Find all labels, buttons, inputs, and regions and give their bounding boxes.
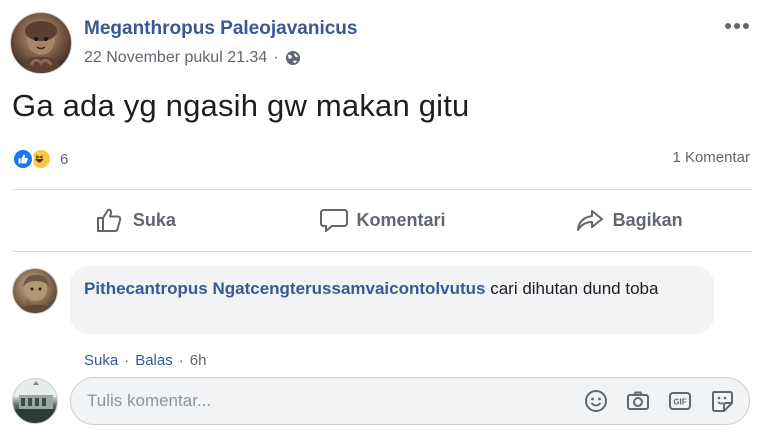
composer-tools: GIF: [583, 388, 735, 414]
comment-composer: Tulis komentar... GIF: [12, 376, 752, 428]
camera-icon[interactable]: [625, 388, 651, 414]
share-button[interactable]: Bagikan: [505, 190, 752, 250]
comment-text: cari dihutan dund toba: [485, 279, 659, 298]
commenter-name[interactable]: Pithecantropus Ngatcengterussamvaicontol…: [84, 279, 485, 298]
comment-bubble: Pithecantropus Ngatcengterussamvaicontol…: [70, 266, 714, 334]
comment-input-placeholder: Tulis komentar...: [87, 391, 212, 410]
comment-count[interactable]: 1 Komentar: [672, 149, 750, 166]
thumbs-up-icon: [96, 208, 122, 232]
post-text: Ga ada yg ngasih gw makan gitu: [12, 88, 470, 123]
post-header: Meganthropus Paleojavanicus 22 November …: [10, 12, 754, 76]
reactions-row: 6 1 Komentar: [12, 146, 752, 172]
like-reaction-icon: [12, 148, 34, 170]
gif-icon[interactable]: GIF: [667, 388, 693, 414]
more-dot: [725, 23, 731, 29]
comment-like-link[interactable]: Suka: [84, 352, 118, 369]
comment-reply-link[interactable]: Balas: [135, 352, 173, 369]
meta-separator: ·: [273, 49, 279, 66]
more-icon[interactable]: [722, 16, 752, 36]
post-author-name[interactable]: Meganthropus Paleojavanicus: [84, 18, 357, 40]
svg-text:GIF: GIF: [673, 398, 686, 407]
comment-button[interactable]: Komentari: [259, 190, 506, 250]
more-dot: [734, 23, 740, 29]
comment-button-label: Komentari: [356, 209, 446, 230]
commenter-avatar[interactable]: [12, 268, 58, 314]
like-button-label: Suka: [132, 209, 176, 230]
comment-icon: [319, 209, 348, 232]
post-timestamp[interactable]: 22 November pukul 21.34: [84, 49, 267, 67]
author-avatar[interactable]: [10, 12, 72, 74]
share-icon: [576, 210, 603, 231]
comment-separator: ·: [178, 352, 184, 369]
sticker-icon[interactable]: [709, 388, 735, 414]
reaction-count: 6: [60, 150, 69, 168]
post-actions: Suka Komentari Bagikan: [12, 190, 752, 250]
comments-section: Pithecantropus Ngatcengterussamvaicontol…: [0, 252, 764, 433]
comment-time[interactable]: 6h: [190, 352, 207, 369]
globe-icon[interactable]: [285, 50, 301, 66]
current-user-avatar[interactable]: [12, 378, 58, 424]
post-meta: 22 November pukul 21.34 ·: [84, 49, 301, 67]
comment-input[interactable]: Tulis komentar... GIF: [70, 377, 750, 425]
comment-separator: ·: [124, 352, 130, 369]
like-button[interactable]: Suka: [12, 190, 259, 250]
more-dot: [743, 23, 749, 29]
emoji-icon[interactable]: [583, 388, 609, 414]
share-button-label: Bagikan: [612, 209, 683, 230]
comment-actions: Suka · Balas · 6h: [84, 352, 206, 369]
reaction-summary[interactable]: 6: [12, 146, 68, 172]
